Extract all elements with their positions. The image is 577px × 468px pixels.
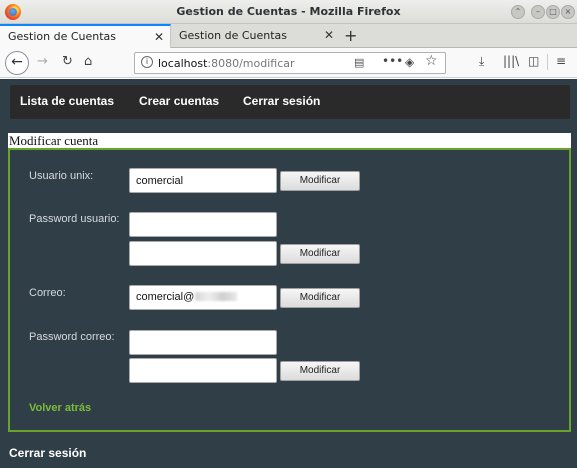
sidebar-toggle-icon[interactable]: ◫ xyxy=(528,54,539,68)
reader-view-icon[interactable]: ▤ xyxy=(354,56,364,69)
window-titlebar: Gestion de Cuentas - Mozilla Firefox ⌃ –… xyxy=(0,0,577,24)
page-content: Lista de cuentas Crear cuentas Cerrar se… xyxy=(0,79,577,468)
maximize-icon[interactable]: □ xyxy=(546,5,560,19)
back-link[interactable]: Volver atrás xyxy=(29,402,91,414)
url-text: localhost:8080/modificar xyxy=(158,57,295,70)
nav-crear-cuentas-link[interactable]: Crear cuentas xyxy=(139,94,219,108)
app-nav-bar: Lista de cuentas Crear cuentas Cerrar se… xyxy=(10,85,570,119)
close-window-icon[interactable]: × xyxy=(561,5,575,19)
unix-user-input[interactable] xyxy=(129,168,277,193)
new-tab-plus-icon[interactable]: + xyxy=(344,26,357,45)
modify-email-button[interactable]: Modificar xyxy=(280,288,360,308)
downloads-icon[interactable]: ⤓ xyxy=(479,54,484,69)
url-path: :8080/modificar xyxy=(207,57,295,70)
pocket-icon[interactable]: ◈ xyxy=(405,55,414,69)
tab-label: Gestion de Cuentas xyxy=(8,30,117,43)
modify-account-panel: Usuario unix: Modificar Password usuario… xyxy=(8,148,571,432)
modify-user-password-button[interactable]: Modificar xyxy=(280,244,360,264)
section-title: Modificar cuenta xyxy=(8,133,571,148)
nav-lista-cuentas-link[interactable]: Lista de cuentas xyxy=(20,94,114,108)
toolbar-separator xyxy=(547,54,548,70)
back-arrow-icon[interactable]: ← xyxy=(5,51,29,75)
minimize-icon[interactable]: – xyxy=(531,5,545,19)
email-password-label: Password correo: xyxy=(29,331,115,343)
page-actions-icon[interactable]: ••• xyxy=(382,54,403,68)
close-tab-icon[interactable]: ✕ xyxy=(154,30,164,44)
bookmark-star-icon[interactable]: ☆ xyxy=(425,53,438,69)
window-title: Gestion de Cuentas - Mozilla Firefox xyxy=(176,5,401,18)
tab-inactive[interactable]: Gestion de Cuentas ✕ xyxy=(171,24,340,48)
email-password-input[interactable] xyxy=(129,330,277,355)
url-host: localhost xyxy=(158,57,208,70)
email-input[interactable]: comercial@ xyxy=(129,285,277,310)
modify-email-password-button[interactable]: Modificar xyxy=(280,361,360,381)
user-password-input[interactable] xyxy=(129,212,277,237)
nav-toolbar: ← → ↻ ⌂ i localhost:8080/modificar ▤ •••… xyxy=(0,48,577,78)
email-label: Correo: xyxy=(29,287,66,299)
footer-logout-link[interactable]: Cerrar sesión xyxy=(9,446,86,460)
forward-arrow-icon[interactable]: → xyxy=(37,54,48,69)
library-icon[interactable]: |||\ xyxy=(503,54,519,68)
tab-active[interactable]: Gestion de Cuentas ✕ xyxy=(0,24,171,48)
window-menu-icon[interactable]: ⌃ xyxy=(511,5,525,19)
site-info-icon[interactable]: i xyxy=(141,56,153,68)
user-password-confirm-input[interactable] xyxy=(129,241,277,266)
unix-user-label: Usuario unix: xyxy=(29,170,94,182)
modify-unix-user-button[interactable]: Modificar xyxy=(280,171,360,191)
tab-label: Gestion de Cuentas xyxy=(179,29,288,42)
email-input-value: comercial@ xyxy=(136,291,195,303)
redacted-email-domain xyxy=(195,292,238,301)
tab-strip: Gestion de Cuentas ✕ Gestion de Cuentas … xyxy=(0,24,577,48)
close-tab-icon[interactable]: ✕ xyxy=(324,28,334,42)
email-password-confirm-input[interactable] xyxy=(129,358,277,383)
nav-cerrar-sesion-link[interactable]: Cerrar sesión xyxy=(243,94,320,108)
hamburger-menu-icon[interactable]: ≡ xyxy=(556,54,566,68)
user-password-label: Password usuario: xyxy=(29,213,120,225)
reload-icon[interactable]: ↻ xyxy=(62,54,73,69)
home-icon[interactable]: ⌂ xyxy=(84,54,92,69)
